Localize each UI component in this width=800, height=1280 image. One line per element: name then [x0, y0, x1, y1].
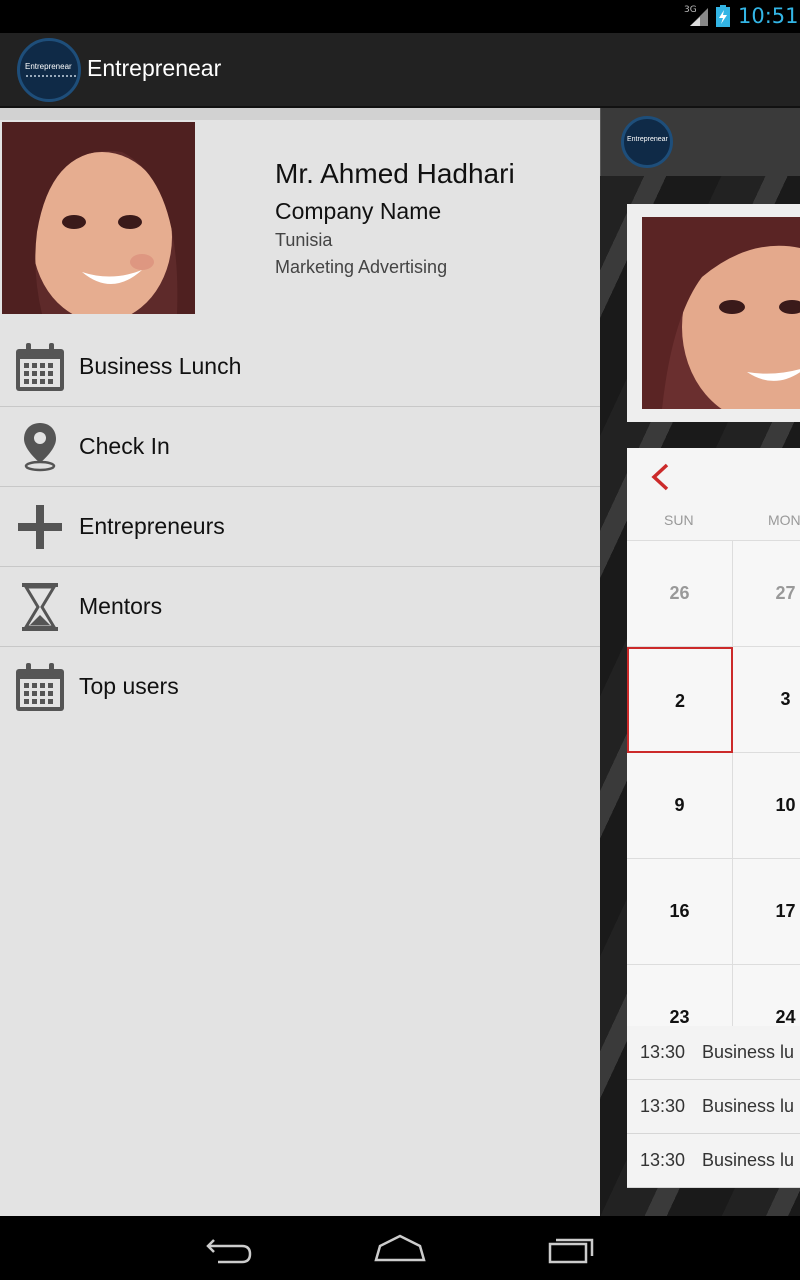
calendar-dayname-sun: SUN — [664, 512, 694, 528]
battery-charging-icon — [716, 5, 730, 27]
back-icon[interactable] — [200, 1230, 260, 1266]
status-bar: 3G 10:51 — [0, 0, 800, 33]
profile-field: Marketing Advertising — [275, 257, 448, 277]
home-icon[interactable] — [370, 1230, 430, 1266]
event-list: 13:30 Business lu 13:30 Business lu 13:3… — [627, 1026, 800, 1188]
recent-apps-icon[interactable] — [540, 1230, 600, 1266]
event-row[interactable]: 13:30 Business lu — [627, 1134, 800, 1188]
navigation-drawer: Mr. Ahmed Hadhari Company Name Tunisia M… — [0, 108, 600, 1216]
plus-icon — [18, 505, 62, 549]
calendar-day[interactable]: 27 — [733, 541, 800, 647]
app-title: Entreprenear — [87, 55, 222, 81]
calendar-day-selected[interactable]: 2 — [627, 647, 733, 753]
event-title: Business lu — [702, 1150, 795, 1170]
clock: 10:51 — [738, 4, 799, 28]
menu-item-business-lunch[interactable]: Business Lunch — [0, 327, 600, 407]
calendar-day[interactable]: 16 — [627, 859, 733, 965]
menu-item-label: Entrepreneurs — [79, 513, 225, 539]
main-content: Entreprenear SUN MON 26 27 2 3 9 10 16 1… — [600, 108, 800, 1216]
app-logo[interactable]: Entreprenear — [17, 38, 81, 102]
event-time: 13:30 — [640, 1096, 686, 1116]
content-logo-text: Entreprenear — [627, 136, 668, 143]
menu-item-entrepreneurs[interactable]: Entrepreneurs — [0, 487, 600, 567]
event-row[interactable]: 13:30 Business lu — [627, 1080, 800, 1134]
content-header: Entreprenear — [600, 108, 800, 176]
app-logo-text: Entreprenear — [25, 62, 72, 71]
profile-country: Tunisia — [275, 230, 333, 250]
hourglass-icon — [22, 583, 58, 631]
menu-item-label: Check In — [79, 433, 170, 459]
drawer-top-strip — [0, 108, 600, 120]
profile-company: Company Name — [275, 198, 442, 224]
calendar: SUN MON 26 27 2 3 9 10 16 17 23 24 13:30… — [627, 448, 800, 1188]
action-bar: Entreprenear Entreprenear — [0, 33, 800, 108]
event-time: 13:30 — [640, 1150, 686, 1170]
calendar-prev-month-icon[interactable] — [649, 462, 671, 492]
menu-item-top-users[interactable]: Top users — [0, 647, 600, 727]
calendar-grid: 26 27 2 3 9 10 16 17 23 24 — [627, 540, 800, 1026]
calendar-icon — [16, 343, 64, 391]
event-title: Business lu — [702, 1096, 795, 1116]
event-time: 13:30 — [640, 1042, 686, 1062]
menu-item-mentors[interactable]: Mentors — [0, 567, 600, 647]
menu-item-check-in[interactable]: Check In — [0, 407, 600, 487]
calendar-day[interactable]: 3 — [733, 647, 800, 753]
calendar-day[interactable]: 24 — [733, 965, 800, 1026]
profile-photo-card — [627, 204, 800, 422]
menu-item-label: Mentors — [79, 593, 163, 619]
event-title: Business lu — [702, 1042, 795, 1062]
logo-tagline-decoration — [26, 75, 76, 83]
profile-photo[interactable] — [2, 122, 195, 314]
calendar-day[interactable]: 9 — [627, 753, 733, 859]
location-pin-icon — [24, 423, 56, 472]
calendar-day[interactable]: 23 — [627, 965, 733, 1026]
menu-item-label: Business Lunch — [79, 353, 242, 379]
event-row[interactable]: 13:30 Business lu — [627, 1026, 800, 1080]
system-nav-bar — [0, 1216, 800, 1280]
calendar-dayname-mon: MON — [768, 512, 800, 528]
profile-name: Mr. Ahmed Hadhari — [275, 158, 515, 189]
menu-item-label: Top users — [79, 673, 179, 699]
content-logo: Entreprenear — [621, 116, 673, 168]
calendar-icon — [16, 663, 64, 711]
calendar-day[interactable]: 17 — [733, 859, 800, 965]
signal-icon — [690, 8, 708, 26]
calendar-day[interactable]: 10 — [733, 753, 800, 859]
calendar-day[interactable]: 26 — [627, 541, 733, 647]
profile-photo-preview — [642, 217, 800, 409]
